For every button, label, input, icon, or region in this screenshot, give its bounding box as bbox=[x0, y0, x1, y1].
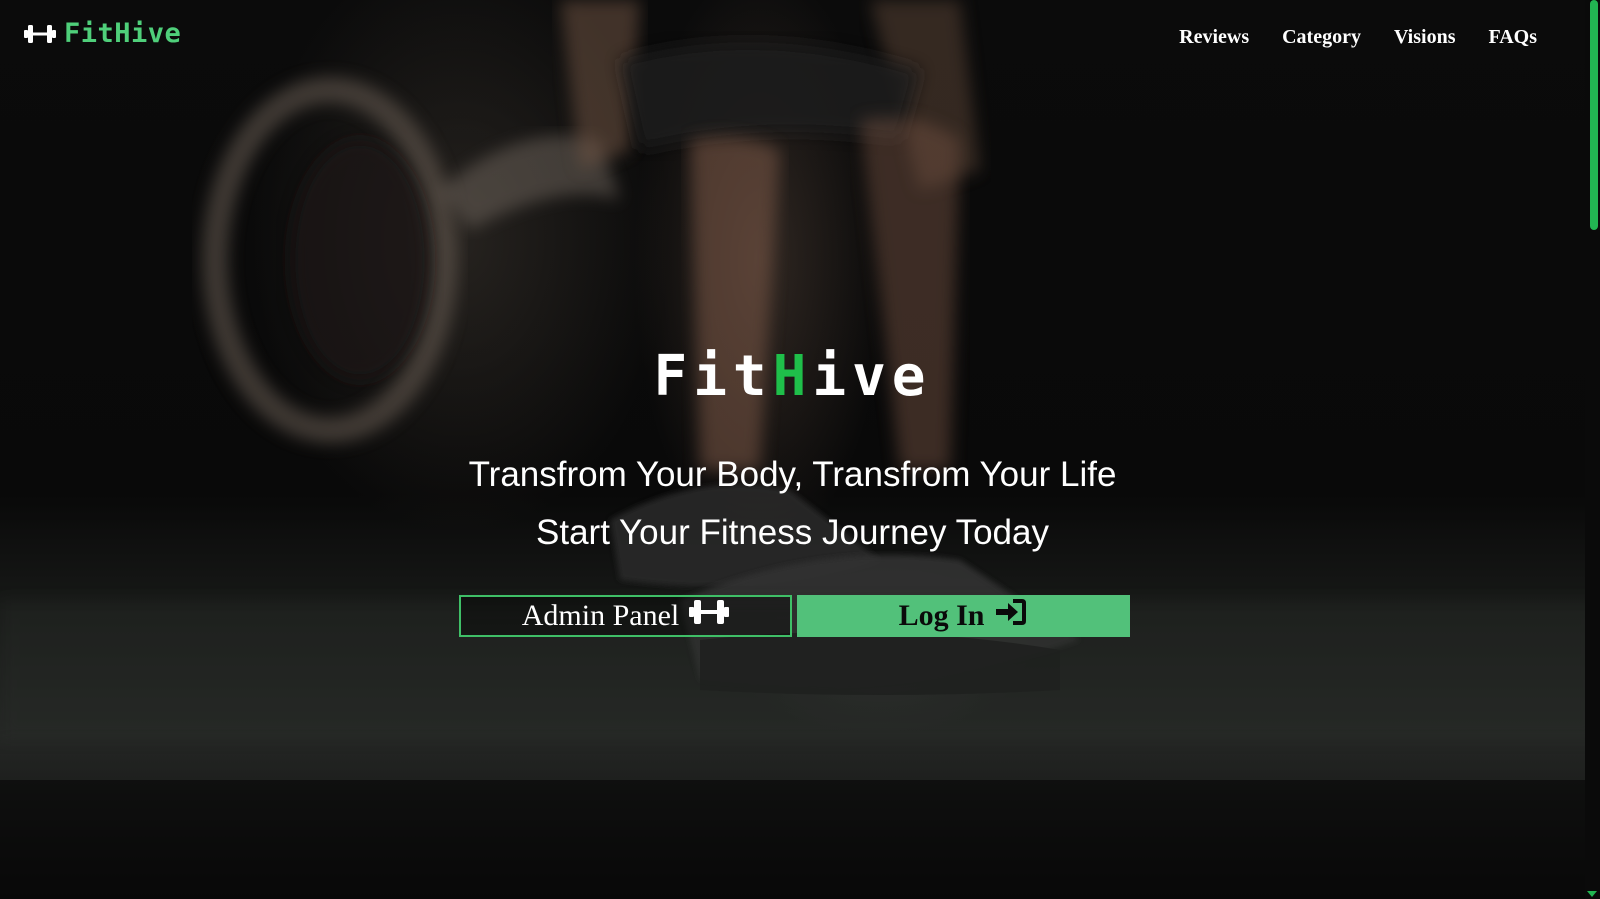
scroll-down-arrow-icon[interactable] bbox=[1587, 891, 1597, 897]
nav-link-category[interactable]: Category bbox=[1282, 26, 1361, 49]
hero-tagline-secondary: Start Your Fitness Journey Today bbox=[536, 513, 1049, 552]
scrollbar[interactable] bbox=[1585, 0, 1600, 899]
sign-in-icon bbox=[994, 597, 1028, 635]
nav-link-reviews[interactable]: Reviews bbox=[1179, 26, 1249, 49]
hero-title: FitHive bbox=[0, 344, 1585, 409]
hero-title-part2: ive bbox=[812, 344, 932, 409]
dumbbell-icon bbox=[689, 598, 730, 634]
navbar: FitHive Reviews Category Visions FAQs bbox=[0, 0, 1585, 76]
brand-name: FitHive bbox=[64, 18, 182, 49]
nav-links: Reviews Category Visions FAQs bbox=[1179, 26, 1537, 49]
hero-title-accent: H bbox=[772, 344, 813, 409]
nav-link-faqs[interactable]: FAQs bbox=[1488, 26, 1537, 49]
log-in-button[interactable]: Log In bbox=[797, 595, 1130, 637]
hero-page: FitHive Reviews Category Visions FAQs Fi… bbox=[0, 0, 1600, 899]
hero-tagline-primary: Transfrom Your Body, Transfrom Your Life bbox=[468, 455, 1117, 494]
hero-title-part1: Fit bbox=[653, 344, 773, 409]
log-in-label: Log In bbox=[898, 599, 985, 632]
brand-logo-link[interactable]: FitHive bbox=[24, 18, 181, 49]
hero-background-image bbox=[0, 0, 1600, 899]
admin-panel-label: Admin Panel bbox=[521, 599, 680, 632]
admin-panel-button[interactable]: Admin Panel bbox=[459, 595, 792, 637]
scrollbar-thumb[interactable] bbox=[1590, 0, 1598, 230]
dumbbell-icon bbox=[24, 23, 56, 45]
nav-link-visions[interactable]: Visions bbox=[1394, 26, 1456, 49]
